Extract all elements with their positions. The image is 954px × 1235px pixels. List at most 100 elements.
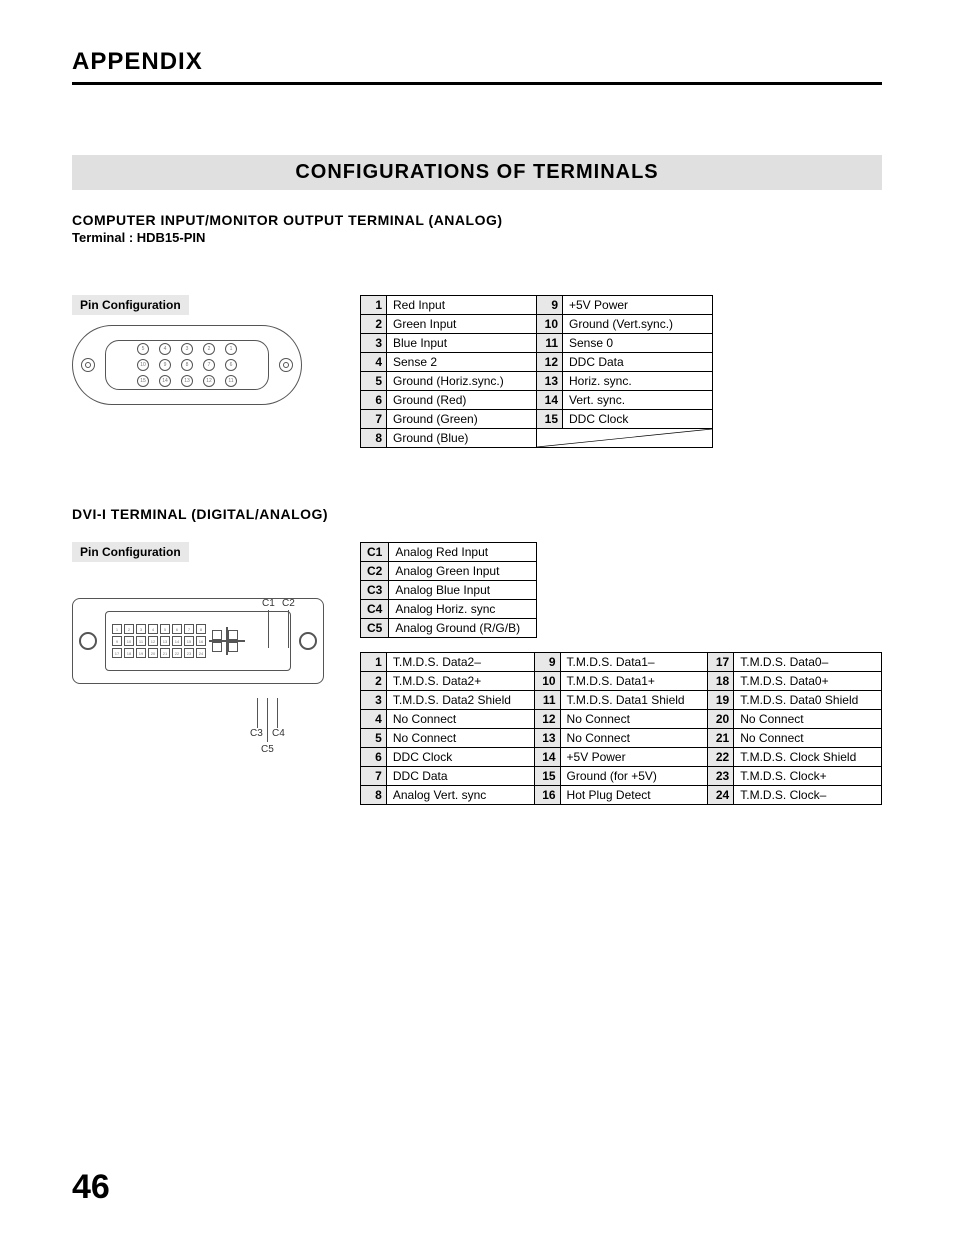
table-cell: Sense 2 bbox=[387, 353, 537, 372]
table-cell: Analog Ground (R/G/B) bbox=[389, 619, 537, 638]
table-cell: T.M.D.S. Data2 Shield bbox=[386, 691, 534, 710]
table-cell: 3 bbox=[361, 334, 387, 353]
callout-c4: C4 bbox=[272, 728, 285, 739]
table-empty-diag-cell bbox=[537, 429, 713, 448]
callout-c3: C3 bbox=[250, 728, 263, 739]
table-cell: T.M.D.S. Data1+ bbox=[560, 672, 708, 691]
table-cell: 9 bbox=[534, 653, 560, 672]
table-cell: 3 bbox=[361, 691, 387, 710]
table-cell: Analog Red Input bbox=[389, 543, 537, 562]
dvi-pin-config-label: Pin Configuration bbox=[72, 542, 189, 562]
table-cell: Green Input bbox=[387, 315, 537, 334]
table-cell: Red Input bbox=[387, 296, 537, 315]
table-cell: C3 bbox=[361, 581, 389, 600]
callout-c5: C5 bbox=[261, 744, 274, 755]
table-cell: No Connect bbox=[560, 729, 708, 748]
table-cell: T.M.D.S. Clock– bbox=[734, 786, 882, 805]
table-cell: Sense 0 bbox=[563, 334, 713, 353]
table-cell: 9 bbox=[537, 296, 563, 315]
table-cell: T.M.D.S. Data0– bbox=[734, 653, 882, 672]
table-cell: 8 bbox=[361, 786, 387, 805]
table-cell: T.M.D.S. Clock Shield bbox=[734, 748, 882, 767]
table-cell: 24 bbox=[708, 786, 734, 805]
table-cell: Analog Blue Input bbox=[389, 581, 537, 600]
table-cell: C5 bbox=[361, 619, 389, 638]
table-cell: 11 bbox=[537, 334, 563, 353]
dvi-heading: DVI-I TERMINAL (DIGITAL/ANALOG) bbox=[72, 506, 882, 522]
table-cell: C2 bbox=[361, 562, 389, 581]
dvi-c-pin-table: C1Analog Red Input C2Analog Green Input … bbox=[360, 542, 537, 638]
analog-heading: COMPUTER INPUT/MONITOR OUTPUT TERMINAL (… bbox=[72, 212, 882, 228]
table-cell: 2 bbox=[361, 315, 387, 334]
table-cell: Ground (Horiz.sync.) bbox=[387, 372, 537, 391]
table-cell: No Connect bbox=[386, 729, 534, 748]
table-cell: 1 bbox=[361, 653, 387, 672]
table-cell: 2 bbox=[361, 672, 387, 691]
table-cell: 7 bbox=[361, 767, 387, 786]
table-cell: No Connect bbox=[734, 710, 882, 729]
table-cell: T.M.D.S. Data1– bbox=[560, 653, 708, 672]
table-cell: 22 bbox=[708, 748, 734, 767]
table-cell: Ground (for +5V) bbox=[560, 767, 708, 786]
table-cell: 17 bbox=[708, 653, 734, 672]
hdb15-pin-table: 1 Red Input 9 +5V Power 2 Green Input 10… bbox=[360, 295, 713, 448]
page-header: APPENDIX bbox=[72, 48, 882, 76]
table-cell: 8 bbox=[361, 429, 387, 448]
table-cell: T.M.D.S. Data0 Shield bbox=[734, 691, 882, 710]
table-cell: 13 bbox=[534, 729, 560, 748]
table-cell: No Connect bbox=[734, 729, 882, 748]
table-cell: Ground (Red) bbox=[387, 391, 537, 410]
table-cell: Ground (Vert.sync.) bbox=[563, 315, 713, 334]
table-cell: 7 bbox=[361, 410, 387, 429]
table-cell: T.M.D.S. Data2+ bbox=[386, 672, 534, 691]
section-banner: CONFIGURATIONS OF TERMINALS bbox=[72, 155, 882, 190]
table-cell: 1 bbox=[361, 296, 387, 315]
dvi-main-pin-table: 1T.M.D.S. Data2– 9T.M.D.S. Data1– 17T.M.… bbox=[360, 652, 882, 805]
table-cell: No Connect bbox=[386, 710, 534, 729]
table-cell: Analog Horiz. sync bbox=[389, 600, 537, 619]
table-cell: 10 bbox=[534, 672, 560, 691]
table-cell: 12 bbox=[534, 710, 560, 729]
table-cell: T.M.D.S. Data1 Shield bbox=[560, 691, 708, 710]
table-cell: T.M.D.S. Data2– bbox=[386, 653, 534, 672]
table-cell: DDC Clock bbox=[386, 748, 534, 767]
table-cell: T.M.D.S. Clock+ bbox=[734, 767, 882, 786]
table-cell: 4 bbox=[361, 710, 387, 729]
table-cell: Hot Plug Detect bbox=[560, 786, 708, 805]
table-cell: 16 bbox=[534, 786, 560, 805]
table-cell: Analog Vert. sync bbox=[386, 786, 534, 805]
table-cell: 4 bbox=[361, 353, 387, 372]
table-cell: 14 bbox=[534, 748, 560, 767]
analog-terminal: Terminal : HDB15-PIN bbox=[72, 230, 882, 245]
header-rule bbox=[72, 82, 882, 85]
table-cell: Horiz. sync. bbox=[563, 372, 713, 391]
table-cell: 11 bbox=[534, 691, 560, 710]
table-cell: Blue Input bbox=[387, 334, 537, 353]
table-cell: DDC Data bbox=[386, 767, 534, 786]
table-cell: 19 bbox=[708, 691, 734, 710]
analog-row: Pin Configuration 54321 109876 151413121… bbox=[72, 295, 882, 448]
table-cell: 14 bbox=[537, 391, 563, 410]
table-cell: 18 bbox=[708, 672, 734, 691]
table-cell: C4 bbox=[361, 600, 389, 619]
table-cell: 15 bbox=[534, 767, 560, 786]
table-cell: T.M.D.S. Data0+ bbox=[734, 672, 882, 691]
table-cell: Ground (Green) bbox=[387, 410, 537, 429]
page-number: 46 bbox=[72, 1168, 110, 1207]
table-cell: 12 bbox=[537, 353, 563, 372]
table-cell: 13 bbox=[537, 372, 563, 391]
dvi-connector-diagram: C1 C2 12345678 910111213141516 171819202… bbox=[72, 598, 332, 768]
table-cell: 21 bbox=[708, 729, 734, 748]
table-cell: 6 bbox=[361, 391, 387, 410]
table-cell: C1 bbox=[361, 543, 389, 562]
table-cell: +5V Power bbox=[560, 748, 708, 767]
table-cell: DDC Data bbox=[563, 353, 713, 372]
table-cell: DDC Clock bbox=[563, 410, 713, 429]
table-cell: +5V Power bbox=[563, 296, 713, 315]
analog-pin-config-label: Pin Configuration bbox=[72, 295, 189, 315]
table-cell: 10 bbox=[537, 315, 563, 334]
table-cell: 6 bbox=[361, 748, 387, 767]
table-cell: 5 bbox=[361, 729, 387, 748]
table-cell: 5 bbox=[361, 372, 387, 391]
hdb15-connector-diagram: 54321 109876 1514131211 bbox=[72, 325, 302, 405]
